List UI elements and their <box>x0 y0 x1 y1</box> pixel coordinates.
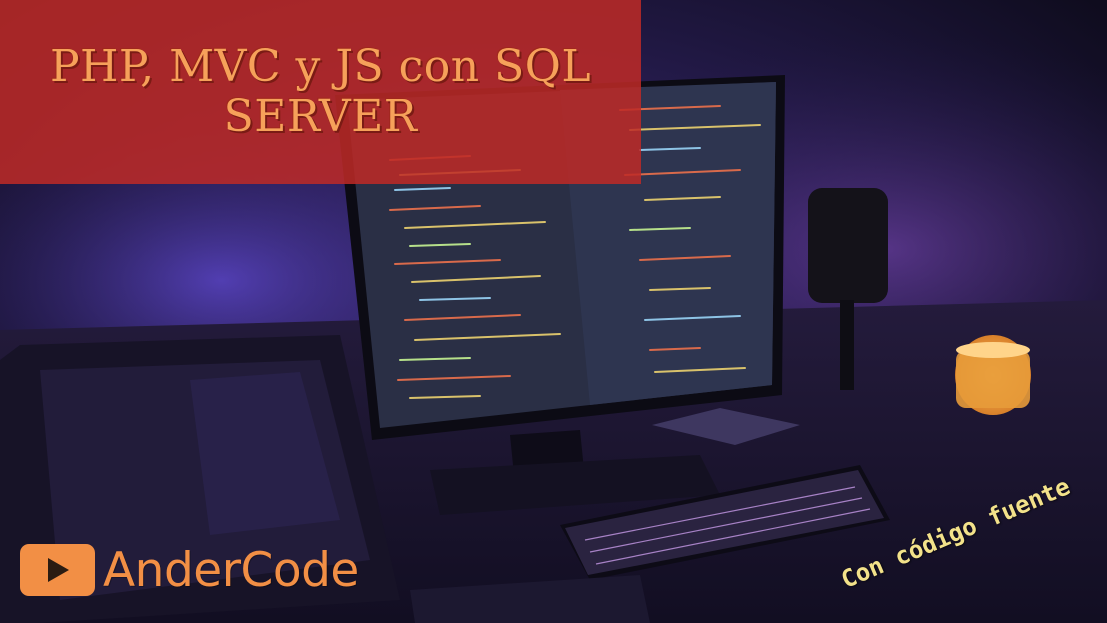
candle <box>955 335 1031 415</box>
brand-logo: AnderCode <box>20 540 359 600</box>
play-icon <box>20 544 95 596</box>
page-title: PHP, MVC y JS con SQL SERVER <box>49 41 592 142</box>
brand-name: AnderCode <box>103 542 359 598</box>
